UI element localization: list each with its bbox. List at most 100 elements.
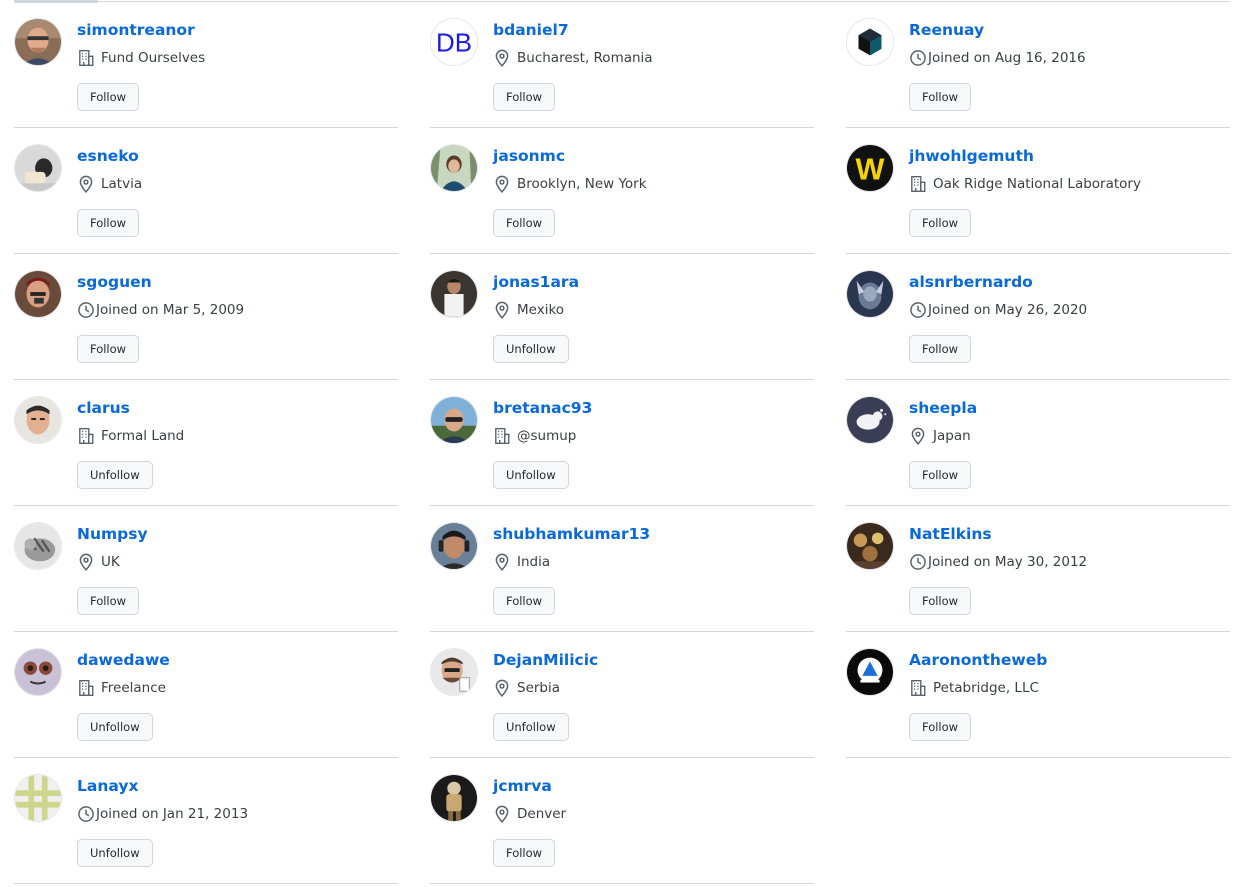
clock-icon bbox=[77, 805, 95, 823]
avatar[interactable] bbox=[14, 396, 62, 444]
follow-button[interactable]: Follow bbox=[909, 461, 972, 489]
follow-button[interactable]: Follow bbox=[77, 83, 140, 111]
unfollow-button[interactable]: Unfollow bbox=[493, 461, 569, 489]
user-meta: Brooklyn, New York bbox=[493, 175, 647, 193]
username-link[interactable]: simontreanor bbox=[77, 21, 195, 39]
avatar[interactable]: W bbox=[846, 144, 894, 192]
username-link[interactable]: sgoguen bbox=[77, 273, 152, 291]
username-link[interactable]: bretanac93 bbox=[493, 399, 592, 417]
avatar[interactable] bbox=[430, 396, 478, 444]
user-meta: @sumup bbox=[493, 427, 576, 445]
user-card: Numpsy UK Follow bbox=[14, 506, 398, 632]
meta-text: India bbox=[517, 554, 551, 570]
avatar[interactable] bbox=[14, 144, 62, 192]
building-icon bbox=[909, 679, 927, 697]
username-link[interactable]: NatElkins bbox=[909, 525, 992, 543]
follow-button[interactable]: Follow bbox=[909, 713, 972, 741]
meta-text: @sumup bbox=[517, 428, 577, 444]
follow-button[interactable]: Follow bbox=[909, 335, 972, 363]
username-link[interactable]: jhwohlgemuth bbox=[909, 147, 1034, 165]
unfollow-button[interactable]: Unfollow bbox=[77, 461, 153, 489]
avatar[interactable] bbox=[846, 270, 894, 318]
unfollow-button[interactable]: Unfollow bbox=[493, 713, 569, 741]
username-link[interactable]: jcmrva bbox=[493, 777, 552, 795]
user-meta: Japan bbox=[909, 427, 971, 445]
user-meta: Formal Land bbox=[77, 427, 184, 445]
follow-button[interactable]: Follow bbox=[77, 587, 140, 615]
location-pin-icon bbox=[493, 49, 511, 67]
follow-button[interactable]: Follow bbox=[493, 209, 556, 237]
username-link[interactable]: bdaniel7 bbox=[493, 21, 569, 39]
user-card: shubhamkumar13 India Follow bbox=[430, 506, 814, 632]
follow-button[interactable]: Follow bbox=[493, 587, 556, 615]
username-link[interactable]: sheepla bbox=[909, 399, 977, 417]
avatar[interactable] bbox=[14, 648, 62, 696]
building-icon bbox=[493, 427, 511, 445]
user-meta: Fund Ourselves bbox=[77, 49, 205, 67]
username-link[interactable]: Lanayx bbox=[77, 777, 138, 795]
building-icon bbox=[77, 427, 95, 445]
avatar[interactable] bbox=[14, 270, 62, 318]
clock-icon bbox=[909, 301, 927, 319]
avatar[interactable] bbox=[430, 522, 478, 570]
meta-text: Denver bbox=[517, 806, 567, 822]
username-link[interactable]: Aaronontheweb bbox=[909, 651, 1047, 669]
avatar[interactable] bbox=[14, 774, 62, 822]
location-pin-icon bbox=[493, 301, 511, 319]
follow-button[interactable]: Follow bbox=[77, 335, 140, 363]
avatar[interactable] bbox=[14, 522, 62, 570]
username-link[interactable]: jasonmc bbox=[493, 147, 565, 165]
meta-text: Joined on May 26, 2020 bbox=[928, 302, 1088, 318]
user-card: NatElkins Joined on May 30, 2012 Follow bbox=[846, 506, 1230, 632]
username-link[interactable]: dawedawe bbox=[77, 651, 170, 669]
unfollow-button[interactable]: Unfollow bbox=[493, 335, 569, 363]
follow-button[interactable]: Follow bbox=[77, 209, 140, 237]
meta-text: Joined on Mar 5, 2009 bbox=[96, 302, 245, 318]
username-link[interactable]: esneko bbox=[77, 147, 139, 165]
username-link[interactable]: shubhamkumar13 bbox=[493, 525, 650, 543]
unfollow-button[interactable]: Unfollow bbox=[77, 713, 153, 741]
building-icon bbox=[909, 175, 927, 193]
user-meta: Oak Ridge National Laboratory bbox=[909, 175, 1141, 193]
user-meta: Petabridge, LLC bbox=[909, 679, 1039, 697]
building-icon bbox=[77, 679, 95, 697]
user-card: jcmrva Denver Follow bbox=[430, 758, 814, 884]
unfollow-button[interactable]: Unfollow bbox=[77, 839, 153, 867]
avatar[interactable] bbox=[430, 270, 478, 318]
user-card: DB bdaniel7 Bucharest, Romania Follow bbox=[430, 2, 814, 128]
meta-text: Joined on May 30, 2012 bbox=[928, 554, 1088, 570]
username-link[interactable]: alsnrbernardo bbox=[909, 273, 1033, 291]
meta-text: Serbia bbox=[517, 680, 561, 696]
avatar[interactable] bbox=[14, 18, 62, 66]
username-link[interactable]: Reenuay bbox=[909, 21, 984, 39]
avatar[interactable]: DB bbox=[430, 18, 478, 66]
meta-text: Brooklyn, New York bbox=[517, 176, 647, 192]
avatar[interactable] bbox=[846, 396, 894, 444]
username-link[interactable]: jonas1ara bbox=[493, 273, 579, 291]
meta-text: Joined on Jan 21, 2013 bbox=[96, 806, 249, 822]
meta-text: Petabridge, LLC bbox=[933, 680, 1039, 696]
avatar[interactable] bbox=[430, 144, 478, 192]
location-pin-icon bbox=[77, 553, 95, 571]
follow-button[interactable]: Follow bbox=[909, 83, 972, 111]
follow-button[interactable]: Follow bbox=[909, 587, 972, 615]
avatar[interactable] bbox=[430, 648, 478, 696]
follow-button[interactable]: Follow bbox=[493, 839, 556, 867]
username-link[interactable]: Numpsy bbox=[77, 525, 148, 543]
follow-button[interactable]: Follow bbox=[493, 83, 556, 111]
user-grid: simontreanor Fund Ourselves Follow DB bd… bbox=[14, 2, 1230, 884]
meta-text: Freelance bbox=[101, 680, 166, 696]
user-card: bretanac93 @sumup Unfollow bbox=[430, 380, 814, 506]
follow-button[interactable]: Follow bbox=[909, 209, 972, 237]
avatar[interactable] bbox=[846, 18, 894, 66]
avatar[interactable] bbox=[430, 774, 478, 822]
username-link[interactable]: clarus bbox=[77, 399, 130, 417]
user-meta: UK bbox=[77, 553, 120, 571]
user-card: alsnrbernardo Joined on May 26, 2020 Fol… bbox=[846, 254, 1230, 380]
meta-text: Formal Land bbox=[101, 428, 185, 444]
avatar[interactable] bbox=[846, 648, 894, 696]
clock-icon bbox=[77, 301, 95, 319]
user-card: sgoguen Joined on Mar 5, 2009 Follow bbox=[14, 254, 398, 380]
avatar[interactable] bbox=[846, 522, 894, 570]
username-link[interactable]: DejanMilicic bbox=[493, 651, 598, 669]
